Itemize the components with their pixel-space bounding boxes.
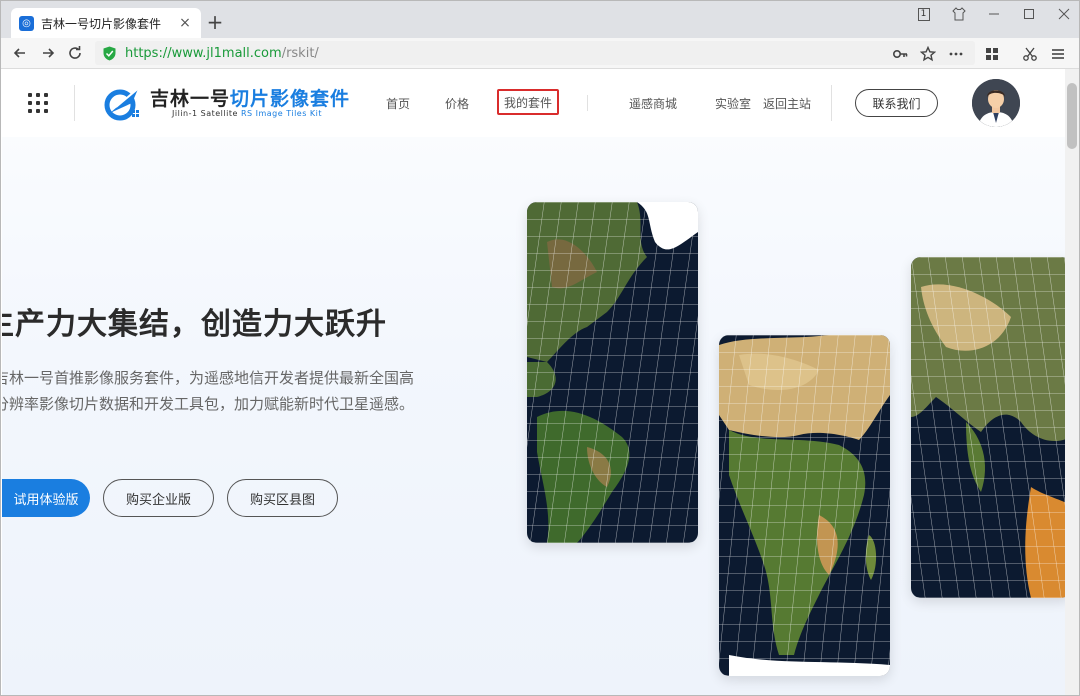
try-trial-button[interactable]: 试用体验版 bbox=[2, 479, 90, 517]
hero-title: 生产力大集结，创造力大跃升 bbox=[2, 307, 387, 342]
hero-desc-line-2: 分辨率影像切片数据和开发工具包，加力赋能新时代卫星遥感。 bbox=[2, 395, 415, 413]
menu-icon[interactable] bbox=[1049, 45, 1067, 63]
nav-home[interactable]: 首页 bbox=[386, 95, 410, 112]
hero-description: 吉林一号首推影像服务套件，为遥感地信开发者提供最新全国高 分辨率影像切片数据和开… bbox=[2, 365, 414, 417]
nav-price[interactable]: 价格 bbox=[445, 95, 469, 112]
page-content: 吉林一号切片影像套件 Jilin-1 Satellite RS Image Ti… bbox=[2, 69, 1066, 695]
url-field[interactable]: https://www.jl1mall.com/rskit/ bbox=[95, 41, 975, 65]
tab-bar: ◎ 吉林一号切片影像套件 × + 1 bbox=[1, 1, 1079, 38]
logo-sub-accent: RS Image Tiles Kit bbox=[240, 109, 323, 118]
forward-arrow-icon[interactable] bbox=[37, 42, 59, 64]
url-path: /rskit/ bbox=[281, 45, 319, 61]
shield-icon bbox=[103, 46, 116, 60]
nav-divider bbox=[587, 95, 588, 111]
satellite-map-card-americas bbox=[527, 202, 698, 543]
star-icon[interactable] bbox=[919, 45, 937, 63]
close-window-icon[interactable] bbox=[1046, 1, 1079, 27]
buy-county-map-button[interactable]: 购买区县图 bbox=[227, 479, 338, 517]
logo-title-accent: 切片影像套件 bbox=[230, 88, 351, 110]
reload-icon[interactable] bbox=[64, 42, 86, 64]
hero-desc-line-1: 吉林一号首推影像服务套件，为遥感地信开发者提供最新全国高 bbox=[2, 369, 415, 387]
satellite-map-card-asia bbox=[911, 257, 1066, 598]
tab-close-icon[interactable]: × bbox=[177, 15, 193, 31]
logo-mark-icon[interactable] bbox=[102, 83, 146, 123]
tab-title: 吉林一号切片影像套件 bbox=[41, 16, 162, 31]
contact-us-button[interactable]: 联系我们 bbox=[855, 89, 938, 117]
header-divider-right bbox=[831, 85, 832, 121]
nav-my-kit[interactable]: 我的套件 bbox=[497, 89, 559, 115]
address-bar-row: https://www.jl1mall.com/rskit/ bbox=[1, 38, 1079, 69]
skin-icon[interactable] bbox=[941, 1, 976, 27]
nav-mall[interactable]: 遥感商城 bbox=[629, 95, 677, 112]
maximize-icon[interactable] bbox=[1011, 1, 1046, 27]
scissors-icon[interactable] bbox=[1021, 45, 1039, 63]
browser-window: ◎ 吉林一号切片影像套件 × + 1 https://www.jl1mall.c… bbox=[0, 0, 1080, 696]
new-tab-button[interactable]: + bbox=[205, 11, 225, 33]
nav-back-main[interactable]: 返回主站 bbox=[763, 95, 811, 112]
site-favicon-icon: ◎ bbox=[19, 15, 34, 31]
more-icon[interactable] bbox=[947, 45, 965, 63]
buy-enterprise-button[interactable]: 购买企业版 bbox=[103, 479, 214, 517]
logo-subtitle: Jilin-1 Satellite RS Image Tiles Kit bbox=[172, 109, 322, 118]
site-header: 吉林一号切片影像套件 Jilin-1 Satellite RS Image Ti… bbox=[2, 69, 1066, 137]
nav-lab[interactable]: 实验室 bbox=[715, 95, 751, 112]
window-count-badge: 1 bbox=[917, 7, 930, 21]
minimize-icon[interactable] bbox=[976, 1, 1011, 27]
browser-tab[interactable]: ◎ 吉林一号切片影像套件 × bbox=[11, 8, 201, 38]
window-controls: 1 bbox=[906, 1, 1079, 27]
avatar[interactable] bbox=[972, 79, 1020, 127]
logo-title[interactable]: 吉林一号切片影像套件 bbox=[150, 84, 350, 111]
apps-grid-icon[interactable] bbox=[28, 93, 48, 113]
key-icon[interactable] bbox=[891, 45, 909, 63]
satellite-map-card-africa bbox=[719, 335, 890, 676]
url-host: https://www.jl1mall.com bbox=[125, 45, 282, 61]
logo-title-main: 吉林一号 bbox=[150, 88, 231, 110]
back-arrow-icon[interactable] bbox=[9, 42, 31, 64]
extensions-icon[interactable] bbox=[983, 45, 1001, 63]
header-divider bbox=[74, 85, 75, 121]
scrollbar-thumb[interactable] bbox=[1067, 83, 1077, 149]
logo-sub-main: Jilin-1 Satellite bbox=[172, 109, 241, 118]
window-count-button[interactable]: 1 bbox=[906, 1, 941, 27]
page-scrollbar[interactable] bbox=[1065, 69, 1079, 695]
